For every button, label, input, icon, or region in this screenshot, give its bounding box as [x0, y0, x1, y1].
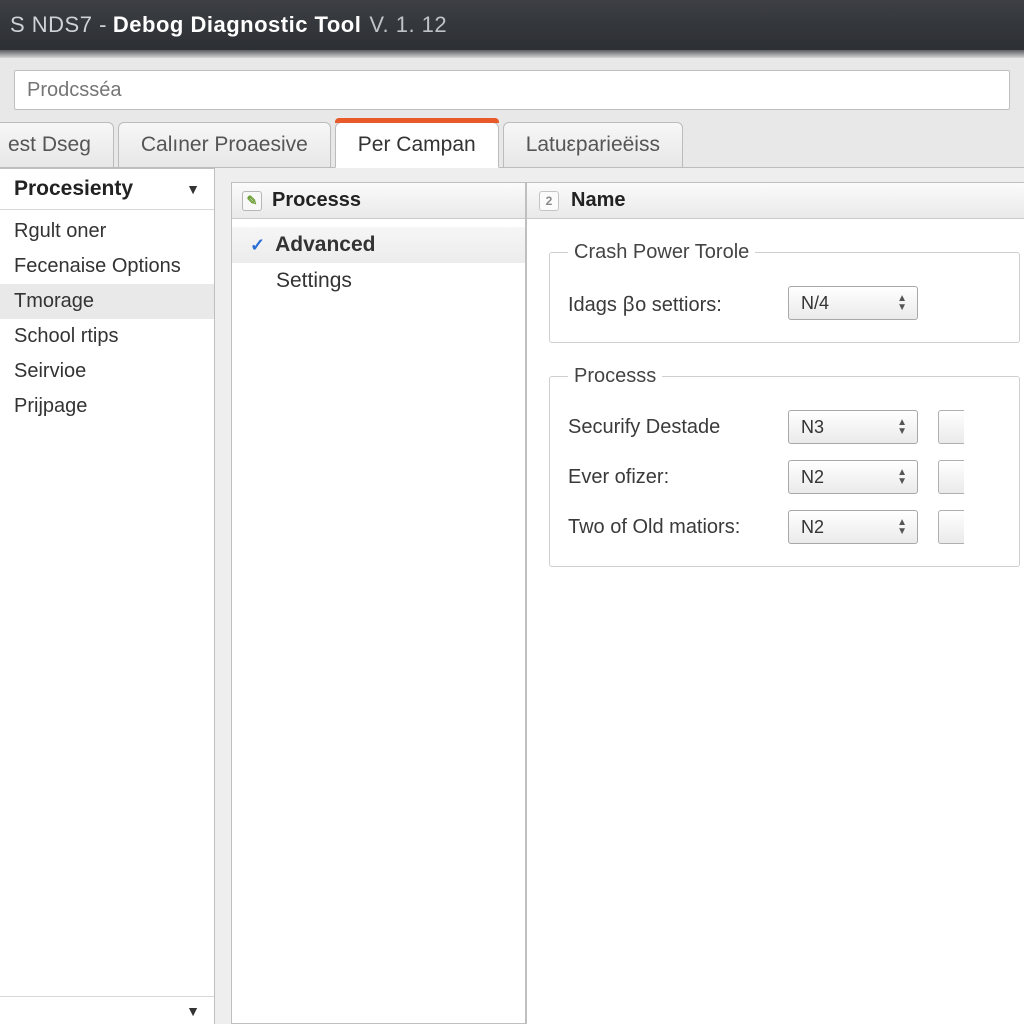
details-panel: 2 Name Crash Power Torole Idags ꞵo setti…	[526, 182, 1024, 1024]
select-value: N/4	[801, 293, 829, 314]
process-item-label: Settings	[276, 269, 352, 293]
sidebar-item-label: Prijpage	[14, 395, 87, 417]
sidebar-items: Rgult oner Fecenaise Options Tmorage Sch…	[0, 210, 214, 996]
aux-button[interactable]	[938, 410, 964, 444]
select-ever-ofizer[interactable]: N2 ▲▼	[788, 460, 918, 494]
chevron-down-icon: ▼	[186, 181, 200, 197]
details-header: 2 Name	[527, 183, 1024, 219]
select-two-of-old[interactable]: N2 ▲▼	[788, 510, 918, 544]
sidebar-item-tmorage[interactable]: Tmorage	[0, 284, 214, 319]
tab-label: Per Campan	[358, 133, 476, 156]
form-label: Idags ꞵo settiors:	[568, 290, 788, 317]
select-value: N3	[801, 417, 824, 438]
form-label: Ever ofizer:	[568, 466, 788, 489]
sidebar-item-fecenaise-options[interactable]: Fecenaise Options	[0, 249, 214, 284]
sidebar-header-label: Procesienty	[14, 177, 133, 201]
sidebar-item-seirvioe[interactable]: Seirvioe	[0, 354, 214, 389]
select-value: N2	[801, 517, 824, 538]
check-icon: ✓	[250, 235, 265, 256]
aux-button[interactable]	[938, 510, 964, 544]
tab-label: Calıner Proaesive	[141, 133, 308, 156]
tab-latueparieeiss[interactable]: Latuεparieëiss	[503, 122, 683, 167]
workspace: Procesienty ▼ Rgult oner Fecenaise Optio…	[0, 168, 1024, 1024]
form-row: Securify Destade N3 ▲▼	[568, 410, 1001, 444]
process-list-panel: ✎ Processs ✓ Advanced Settings	[231, 182, 526, 1024]
process-list-header-label: Processs	[272, 189, 361, 212]
form-row: Ever ofizer: N2 ▲▼	[568, 460, 1001, 494]
app-title: Debog Diagnostic Tool	[113, 12, 361, 38]
title-prefix: S NDS7 -	[10, 12, 107, 38]
process-list-header: ✎ Processs	[232, 183, 525, 219]
refresh-icon[interactable]: ✎	[242, 191, 262, 211]
sidebar-item-label: Rgult oner	[14, 220, 106, 242]
spinner-icon: ▲▼	[897, 469, 907, 485]
process-item-label: Advanced	[275, 233, 375, 257]
aux-button[interactable]	[938, 460, 964, 494]
tab-label: est Dseg	[8, 133, 91, 156]
chevron-down-icon[interactable]: ▼	[186, 1003, 200, 1019]
sidebar-item-label: Fecenaise Options	[14, 255, 181, 277]
process-item-advanced[interactable]: ✓ Advanced	[232, 227, 525, 263]
select-value: N2	[801, 467, 824, 488]
sidebar-item-label: School rtips	[14, 325, 119, 347]
tab-per-campan[interactable]: Per Campan	[335, 122, 499, 168]
details-header-label: Name	[571, 189, 625, 212]
sidebar-item-label: Tmorage	[14, 290, 94, 312]
path-row	[0, 58, 1024, 120]
form-label: Two of Old matiors:	[568, 516, 788, 539]
select-idags[interactable]: N/4 ▲▼	[788, 286, 918, 320]
select-securify[interactable]: N3 ▲▼	[788, 410, 918, 444]
spinner-icon: ▲▼	[897, 419, 907, 435]
title-bar-shadow	[0, 50, 1024, 58]
sidebar: Procesienty ▼ Rgult oner Fecenaise Optio…	[0, 168, 215, 1024]
spinner-icon: ▲▼	[897, 519, 907, 535]
sidebar-footer: ▼	[0, 996, 214, 1024]
header-badge: 2	[539, 191, 559, 211]
tab-label: Latuεparieëiss	[526, 133, 660, 156]
tab-est-dseg[interactable]: est Dseg	[0, 122, 114, 167]
group-crash-power: Crash Power Torole Idags ꞵo settiors: N/…	[549, 241, 1020, 343]
sidebar-item-rgult-oner[interactable]: Rgult oner	[0, 214, 214, 249]
spinner-icon: ▲▼	[897, 295, 907, 311]
group-processs: Processs Securify Destade N3 ▲▼ Ever ofi…	[549, 365, 1020, 567]
form-label: Securify Destade	[568, 416, 788, 439]
process-list-items: ✓ Advanced Settings	[232, 219, 525, 1023]
sidebar-header[interactable]: Procesienty ▼	[0, 169, 214, 210]
tab-caliner-proaesive[interactable]: Calıner Proaesive	[118, 122, 331, 167]
group-legend: Crash Power Torole	[568, 241, 755, 264]
app-version: V. 1. 12	[369, 12, 447, 38]
sidebar-item-school-rtips[interactable]: School rtips	[0, 319, 214, 354]
group-legend: Processs	[568, 365, 662, 388]
form-row: Two of Old matiors: N2 ▲▼	[568, 510, 1001, 544]
path-input[interactable]	[14, 70, 1010, 110]
title-bar: S NDS7 - Debog Diagnostic Tool V. 1. 12	[0, 0, 1024, 50]
form-row: Idags ꞵo settiors: N/4 ▲▼	[568, 286, 1001, 320]
sidebar-item-prijpage[interactable]: Prijpage	[0, 389, 214, 424]
sidebar-item-label: Seirvioe	[14, 360, 86, 382]
tab-strip: est Dseg Calıner Proaesive Per Campan La…	[0, 122, 1024, 168]
process-item-settings[interactable]: Settings	[232, 263, 525, 299]
